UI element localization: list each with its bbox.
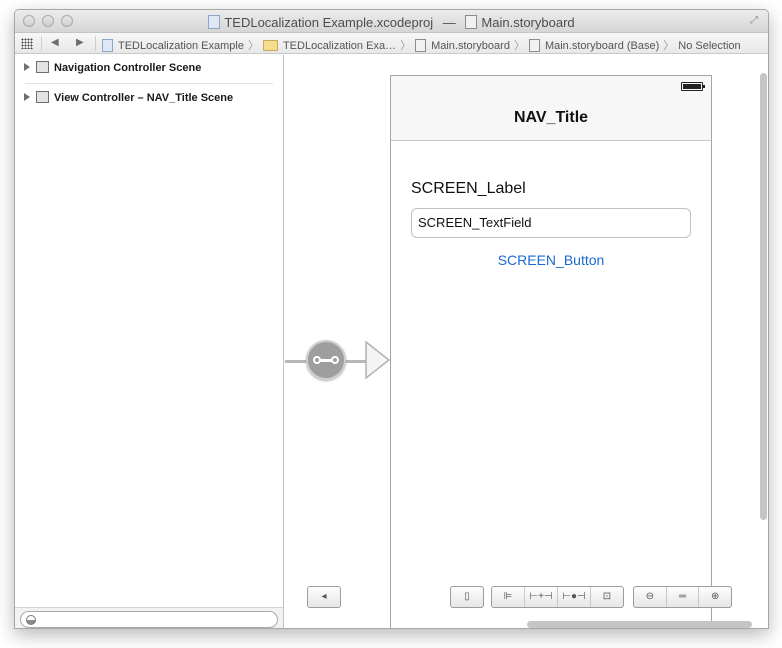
title-file: Main.storyboard	[481, 15, 575, 31]
breadcrumb-label: TEDLocalization Exa…	[282, 40, 397, 52]
document-outline: Navigation Controller Scene View Control…	[15, 55, 284, 628]
segue-line	[285, 360, 307, 363]
storyboard-icon	[528, 38, 540, 52]
chevron-right-icon: 〉	[400, 40, 412, 52]
outline-item-label: View Controller – NAV_Title Scene	[54, 92, 234, 104]
xcode-window: TEDLocalization Example.xcodeproj — Main…	[14, 9, 769, 629]
breadcrumb: TEDLocalization Example 〉 TEDLocalization …	[102, 37, 741, 53]
breadcrumb-item-project[interactable]: TEDLocalization Example	[102, 38, 244, 52]
zoom-in-button[interactable]: ⊕	[699, 587, 731, 607]
breadcrumb-label: TEDLocalization Example	[118, 40, 244, 52]
outline-item-view-controller-scene[interactable]: View Controller – NAV_Title Scene	[24, 91, 234, 108]
scene-icon	[36, 61, 49, 74]
outline-filter-field[interactable]	[20, 611, 278, 628]
segue-dot	[331, 356, 339, 364]
toggle-outline-button[interactable]: ◂	[307, 586, 341, 608]
segue-dot	[313, 356, 321, 364]
title-bar: TEDLocalization Example.xcodeproj — Main…	[15, 10, 768, 33]
align-button[interactable]: ⊫	[492, 587, 525, 607]
filter-icon	[26, 615, 36, 625]
autolayout-controls: ⊫ ⊢+⊣ ⊢●⊣ ⊡	[491, 586, 624, 608]
jumpbar-divider	[95, 36, 96, 51]
fullscreen-icon[interactable]: ⤢	[750, 15, 762, 27]
folder-icon	[262, 39, 278, 51]
size-class-button[interactable]: ▯	[450, 586, 484, 608]
resolve-issues-button[interactable]: ⊢●⊣	[558, 587, 591, 607]
breadcrumb-item-selection[interactable]: No Selection	[678, 40, 740, 52]
view-controller-scene[interactable]: NAV_Title SCREEN_Label SCREEN_TextField …	[390, 75, 712, 628]
jumpbar-divider	[41, 36, 42, 51]
breadcrumb-item-base[interactable]: Main.storyboard (Base)	[528, 38, 660, 52]
breadcrumb-item-group[interactable]: TEDLocalization Exa…	[262, 39, 397, 52]
zoom-actual-size-button[interactable]: ═	[667, 587, 700, 607]
outline-item-label: Navigation Controller Scene	[54, 62, 202, 74]
chevron-right-icon: 〉	[513, 40, 525, 52]
scene-icon	[36, 91, 49, 104]
breadcrumb-label: Main.storyboard	[431, 40, 510, 52]
vertical-scrollbar[interactable]	[760, 73, 767, 520]
forward-icon[interactable]: ▶	[76, 37, 84, 48]
zoom-out-button[interactable]: ⊖	[634, 587, 667, 607]
disclosure-triangle-icon[interactable]	[24, 93, 30, 102]
storyboard-file-icon	[465, 14, 478, 29]
back-icon[interactable]: ◀	[51, 37, 59, 48]
zoom-controls: ⊖ ═ ⊕	[633, 586, 732, 608]
screen-button[interactable]: SCREEN_Button	[391, 252, 711, 268]
title-separator: —	[442, 15, 456, 31]
jump-bar: ◀ ▶ TEDLocalization Example 〉 TEDLocalizat…	[15, 33, 768, 54]
row-divider	[25, 83, 273, 84]
outline-filter-bar	[15, 607, 283, 628]
nav-title[interactable]: NAV_Title	[391, 109, 711, 127]
navigation-bar[interactable]: NAV_Title	[391, 76, 711, 141]
pin-button[interactable]: ⊢+⊣	[525, 587, 558, 607]
chevron-right-icon: 〉	[247, 40, 259, 52]
segue-icon[interactable]	[306, 340, 346, 380]
project-file-icon	[208, 14, 221, 29]
storyboard-icon	[415, 38, 427, 52]
project-icon	[102, 38, 113, 52]
screen-textfield[interactable]: SCREEN_TextField	[411, 208, 691, 238]
window-title: TEDLocalization Example.xcodeproj — Main…	[15, 14, 768, 30]
breadcrumb-label: Main.storyboard (Base)	[544, 40, 660, 52]
storyboard-canvas[interactable]: NAV_Title SCREEN_Label SCREEN_TextField …	[285, 55, 768, 628]
breadcrumb-item-storyboard[interactable]: Main.storyboard	[415, 38, 510, 52]
screen-label[interactable]: SCREEN_Label	[411, 180, 526, 198]
chevron-right-icon: 〉	[663, 40, 675, 52]
horizontal-scrollbar[interactable]	[527, 621, 752, 628]
outline-item-navigation-controller-scene[interactable]: Navigation Controller Scene	[24, 61, 202, 78]
resizing-behavior-button[interactable]: ⊡	[591, 587, 623, 607]
related-items-icon[interactable]	[21, 38, 33, 49]
segue-arrow-icon	[365, 341, 391, 379]
battery-icon	[681, 82, 705, 91]
title-project: TEDLocalization Example.xcodeproj	[224, 15, 434, 31]
disclosure-triangle-icon[interactable]	[24, 63, 30, 72]
